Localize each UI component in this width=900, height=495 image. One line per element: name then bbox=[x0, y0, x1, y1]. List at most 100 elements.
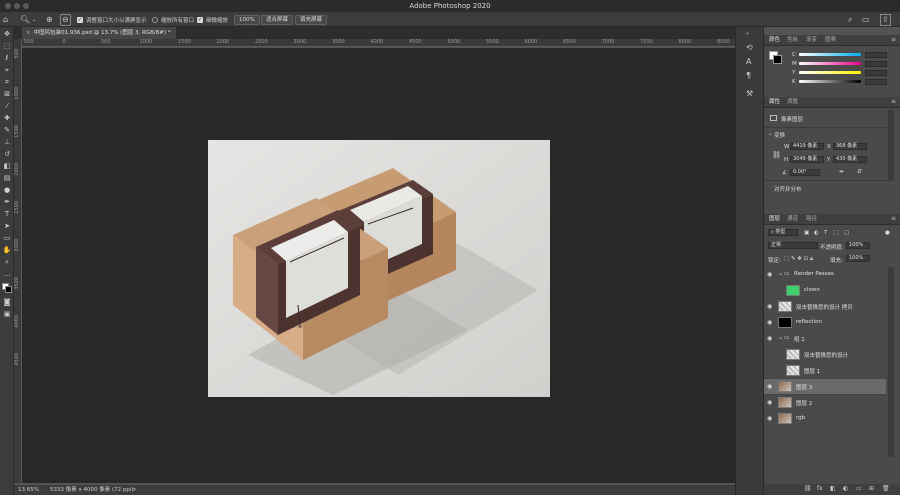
layer-group-row[interactable]: ◉ ⌄ ▭ 组 1 bbox=[764, 331, 886, 347]
layer-group-row[interactable]: ◉ ⌄ ▭ Render Passes bbox=[764, 267, 886, 283]
layer-row[interactable]: ◉ 图层 3 bbox=[764, 379, 886, 395]
zoom-in-icon[interactable]: ⊕ bbox=[46, 14, 53, 25]
home-icon[interactable]: ⌂ bbox=[3, 14, 8, 25]
scrubby-zoom-option[interactable]: ✓ 细微缩放 bbox=[197, 14, 228, 25]
eyedropper-tool-icon[interactable]: ⁄ bbox=[1, 101, 13, 111]
crop-tool-icon[interactable]: ⌗ bbox=[1, 77, 13, 87]
filter-toggle-icon[interactable]: ● bbox=[885, 230, 890, 236]
layer-name[interactable]: 图层 2 bbox=[796, 399, 812, 407]
layer-row[interactable]: 双击替换您的设计 bbox=[764, 347, 886, 363]
zoom-all-checkbox[interactable] bbox=[152, 16, 158, 23]
more-tools-icon[interactable]: … bbox=[1, 269, 13, 279]
search-icon[interactable]: ⌕ bbox=[848, 14, 852, 25]
tab-patterns[interactable]: 图案 bbox=[825, 35, 836, 46]
layer-filter-select[interactable]: ⌕ 类型 bbox=[768, 229, 798, 236]
workspace-icon[interactable]: ▭ bbox=[862, 14, 870, 25]
history-brush-tool-icon[interactable]: ↺ bbox=[1, 149, 13, 159]
visibility-eye-icon[interactable]: ◉ bbox=[767, 303, 772, 310]
marquee-tool-icon[interactable]: ⬚ bbox=[1, 41, 13, 51]
angle-field[interactable]: 0.00° bbox=[790, 169, 820, 176]
resize-windows-option[interactable]: ✓ 调整窗口大小以满屏显示 bbox=[77, 14, 147, 25]
layer-row[interactable]: 图层 1 bbox=[764, 363, 886, 379]
visibility-eye-icon[interactable]: ◉ bbox=[767, 271, 772, 278]
eraser-tool-icon[interactable]: ◧ bbox=[1, 161, 13, 171]
tab-paths[interactable]: 路径 bbox=[806, 214, 817, 225]
tab-swatches[interactable]: 色板 bbox=[787, 35, 798, 46]
zoom-100-button[interactable]: 100% bbox=[234, 14, 260, 25]
close-window-button[interactable] bbox=[5, 3, 11, 9]
background-swatch[interactable] bbox=[773, 55, 782, 64]
document-canvas[interactable] bbox=[208, 140, 550, 397]
resize-windows-checkbox[interactable]: ✓ bbox=[77, 16, 83, 23]
stamp-tool-icon[interactable]: ⊥ bbox=[1, 137, 13, 147]
pen-tool-icon[interactable]: ✒ bbox=[1, 197, 13, 207]
vertical-ruler[interactable]: 500 1000 1500 2000 2500 3000 3500 4000 4500 bbox=[14, 39, 22, 483]
layer-name[interactable]: clown bbox=[804, 287, 820, 293]
color-channel-ramp[interactable] bbox=[799, 80, 861, 83]
quick-mask-icon[interactable]: ◙ bbox=[1, 297, 13, 307]
color-channel-ramp[interactable] bbox=[799, 53, 861, 56]
fill-screen-button[interactable]: 填充屏幕 bbox=[295, 14, 328, 25]
zoom-tool-preset[interactable]: 🔍︎ ⌄ bbox=[20, 14, 36, 25]
layer-row[interactable]: ◉ 双击替换您的设计 拷贝 bbox=[764, 299, 886, 315]
filter-pixel-icon[interactable]: ▣ bbox=[804, 230, 809, 236]
zoom-out-icon[interactable]: ⊖ bbox=[60, 13, 71, 26]
history-icon[interactable]: ⟲ bbox=[746, 43, 753, 52]
trash-icon[interactable]: 🗑︎ bbox=[882, 485, 890, 492]
layers-scrollbar[interactable] bbox=[888, 267, 894, 457]
color-panel-menu-icon[interactable]: ≡ bbox=[891, 36, 896, 43]
properties-panel-menu-icon[interactable]: ≡ bbox=[891, 98, 896, 105]
lock-icons[interactable]: ⬚ ✎ ✥ ⊡ 🔒︎ bbox=[784, 256, 813, 263]
visibility-eye-icon[interactable]: ◉ bbox=[767, 415, 772, 422]
properties-scrollbar[interactable] bbox=[888, 110, 894, 180]
adjustment-icon[interactable]: ◐ bbox=[843, 485, 848, 492]
color-channel-value[interactable] bbox=[865, 51, 887, 58]
chevron-down-icon[interactable]: ⌄ bbox=[778, 270, 783, 277]
gradient-tool-icon[interactable]: ▤ bbox=[1, 173, 13, 183]
filter-smart-icon[interactable]: ▢ bbox=[844, 230, 849, 236]
layer-row[interactable]: ◉ 图层 2 bbox=[764, 395, 886, 411]
flip-horizontal-icon[interactable]: ⇹ bbox=[839, 169, 844, 175]
horizontal-ruler[interactable]: 500 0 500 1000 1500 2000 2500 3000 3500 4000 4500 5… bbox=[22, 39, 735, 47]
visibility-eye-icon[interactable]: ◉ bbox=[767, 383, 772, 390]
layer-name[interactable]: Render Passes bbox=[794, 271, 834, 277]
visibility-eye-icon[interactable]: ◉ bbox=[767, 399, 772, 406]
layer-name[interactable]: 图层 3 bbox=[796, 383, 812, 391]
layer-name[interactable]: reflection bbox=[796, 319, 822, 325]
hand-tool-icon[interactable]: ✋ bbox=[1, 245, 13, 255]
fill-field[interactable]: 100% bbox=[846, 255, 870, 262]
path-select-tool-icon[interactable]: ➤ bbox=[1, 221, 13, 231]
color-channel-ramp[interactable] bbox=[799, 62, 861, 65]
zoom-tool-icon[interactable]: ⌕ bbox=[1, 257, 13, 267]
minimize-window-button[interactable] bbox=[14, 3, 20, 9]
link-icon[interactable]: ⛓ bbox=[772, 151, 781, 159]
layer-name[interactable]: 双击替换您的设计 拷贝 bbox=[796, 303, 853, 311]
link-icon[interactable]: ⛓ bbox=[804, 485, 812, 492]
color-channel-value[interactable] bbox=[865, 78, 887, 85]
fit-screen-button[interactable]: 适合屏幕 bbox=[261, 14, 294, 25]
move-tool-icon[interactable]: ✥ bbox=[1, 29, 13, 39]
share-icon[interactable]: ⇪ bbox=[880, 13, 891, 26]
visibility-eye-icon[interactable]: ◉ bbox=[767, 335, 772, 342]
document-tab[interactable]: × 中国风包装01.936.psd @ 13.7% (图层 3, RGB/8#) … bbox=[22, 27, 176, 39]
paragraph-icon[interactable]: ¶ bbox=[746, 71, 751, 80]
tab-color[interactable]: 颜色 bbox=[769, 35, 780, 46]
tab-layers[interactable]: 图层 bbox=[769, 214, 780, 225]
y-field[interactable]: 430 像素 bbox=[833, 156, 867, 163]
color-channel-ramp[interactable] bbox=[799, 71, 861, 74]
layer-name[interactable]: 组 1 bbox=[794, 335, 805, 343]
new-group-icon[interactable]: ▭ bbox=[856, 485, 862, 492]
rectangle-tool-icon[interactable]: ▭ bbox=[1, 233, 13, 243]
frame-tool-icon[interactable]: ⊠ bbox=[1, 89, 13, 99]
filter-shape-icon[interactable]: ⬚ bbox=[834, 230, 839, 236]
background-color-swatch[interactable] bbox=[5, 286, 12, 293]
collapse-icon[interactable]: » bbox=[746, 31, 749, 37]
color-channel-value[interactable] bbox=[865, 69, 887, 76]
tab-properties[interactable]: 属性 bbox=[769, 97, 780, 108]
lasso-tool-icon[interactable]: ℓ bbox=[1, 53, 13, 63]
layer-name[interactable]: 图层 1 bbox=[804, 367, 820, 375]
layers-panel-menu-icon[interactable]: ≡ bbox=[891, 215, 896, 222]
color-slider-y[interactable]: Y bbox=[792, 69, 896, 76]
type-tool-icon[interactable]: T bbox=[1, 209, 13, 219]
canvas-area[interactable] bbox=[22, 48, 735, 483]
